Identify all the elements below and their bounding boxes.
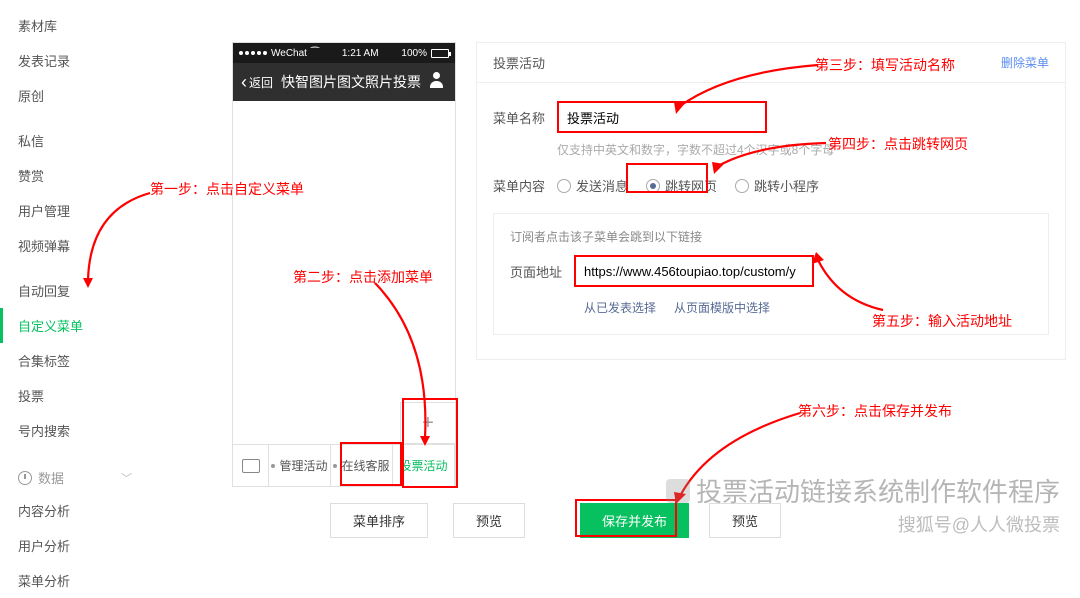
battery-pct: 100% xyxy=(401,48,427,59)
radio-icon xyxy=(557,179,571,193)
clock-icon xyxy=(18,471,32,485)
phone-menu-vote[interactable]: 投票活动 xyxy=(393,445,455,486)
sidebar: 素材库 发表记录 原创 私信 赞赏 用户管理 视频弹幕 自动回复 自定义菜单 合… xyxy=(0,0,150,549)
delete-menu-link[interactable]: 删除菜单 xyxy=(1001,54,1049,71)
sidebar-item-private-msg[interactable]: 私信 xyxy=(0,123,150,158)
link-hint: 订阅者点击该子菜单会跳到以下链接 xyxy=(510,228,1032,245)
sidebar-item-search[interactable]: 号内搜索 xyxy=(0,413,150,448)
phone-status-bar: WeChat ⁀ 1:21 AM 100% xyxy=(233,43,455,63)
radio-jump-mini[interactable]: 跳转小程序 xyxy=(735,176,819,195)
plus-icon: + xyxy=(422,412,434,435)
select-from-published[interactable]: 从已发表选择 xyxy=(584,299,656,316)
url-input[interactable] xyxy=(574,255,814,287)
menu-name-input[interactable] xyxy=(557,101,767,133)
wifi-icon: ⁀ xyxy=(311,48,319,59)
phone-title: 快智图片图文照片投票 xyxy=(281,72,421,92)
name-hint: 仅支持中英文和数字，字数不超过4个汉字或8个字母 xyxy=(557,141,1049,158)
phone-menu-service[interactable]: 在线客服 xyxy=(331,445,393,486)
back-label[interactable]: 返回 xyxy=(249,74,273,91)
radio-icon xyxy=(735,179,749,193)
sidebar-item-auto-reply[interactable]: 自动回复 xyxy=(0,273,150,308)
sidebar-item-custom-menu[interactable]: 自定义菜单 xyxy=(0,308,150,343)
menu-name-label: 菜单名称 xyxy=(493,108,557,127)
sidebar-section-label: 数据 xyxy=(38,468,64,487)
battery-icon xyxy=(431,49,449,58)
phone-preview: WeChat ⁀ 1:21 AM 100% ‹ 返回 快智图片图文照片投票 + … xyxy=(232,42,456,487)
person-icon[interactable] xyxy=(429,72,445,88)
carrier-label: WeChat xyxy=(271,48,307,59)
phone-body xyxy=(233,101,455,444)
keyboard-icon xyxy=(242,459,260,473)
sidebar-item-publish-record[interactable]: 发表记录 xyxy=(0,43,150,78)
phone-buttons-row: 菜单排序 预览 xyxy=(330,503,525,538)
config-panel: 投票活动 删除菜单 菜单名称 仅支持中英文和数字，字数不超过4个汉字或8个字母 … xyxy=(476,42,1066,360)
radio-jump-web[interactable]: 跳转网页 xyxy=(646,176,717,195)
sidebar-item-collection-tags[interactable]: 合集标签 xyxy=(0,343,150,378)
keyboard-toggle[interactable] xyxy=(233,445,269,486)
select-from-template[interactable]: 从页面模版中选择 xyxy=(674,299,770,316)
url-label: 页面地址 xyxy=(510,262,562,281)
sidebar-section-data[interactable]: 数据 ﹀ xyxy=(0,458,150,493)
sidebar-item-content-analysis[interactable]: 内容分析 xyxy=(0,493,150,528)
sidebar-item-vote[interactable]: 投票 xyxy=(0,378,150,413)
wechat-icon xyxy=(666,479,690,503)
add-menu-slot[interactable]: + xyxy=(400,402,456,444)
sidebar-item-original[interactable]: 原创 xyxy=(0,78,150,113)
sidebar-item-appreciation[interactable]: 赞赏 xyxy=(0,158,150,193)
phone-bottom-bar: 管理活动 在线客服 投票活动 xyxy=(233,444,455,486)
sidebar-item-material[interactable]: 素材库 xyxy=(0,8,150,43)
phone-menu-manage[interactable]: 管理活动 xyxy=(269,445,331,486)
step6-label: 第六步：点击保存并发布 xyxy=(798,401,952,421)
radio-send-msg[interactable]: 发送消息 xyxy=(557,176,628,195)
status-time: 1:21 AM xyxy=(342,48,379,59)
chevron-down-icon: ﹀ xyxy=(121,470,132,486)
sidebar-item-user-mgmt[interactable]: 用户管理 xyxy=(0,193,150,228)
menu-content-label: 菜单内容 xyxy=(493,176,557,195)
back-icon[interactable]: ‹ xyxy=(241,72,247,93)
sidebar-item-user-analysis[interactable]: 用户分析 xyxy=(0,528,150,563)
sidebar-item-menu-analysis[interactable]: 菜单分析 xyxy=(0,563,150,598)
link-config-box: 订阅者点击该子菜单会跳到以下链接 页面地址 从已发表选择 从页面模版中选择 xyxy=(493,213,1049,335)
phone-header: ‹ 返回 快智图片图文照片投票 xyxy=(233,63,455,101)
watermark: 投票活动链接系统制作软件程序 搜狐号@人人微投票 xyxy=(666,472,1060,537)
radio-icon xyxy=(646,179,660,193)
panel-header: 投票活动 删除菜单 xyxy=(477,43,1065,83)
panel-title: 投票活动 xyxy=(493,53,545,72)
menu-sort-button[interactable]: 菜单排序 xyxy=(330,503,428,538)
preview-button[interactable]: 预览 xyxy=(453,503,525,538)
sidebar-item-video-danmu[interactable]: 视频弹幕 xyxy=(0,228,150,263)
